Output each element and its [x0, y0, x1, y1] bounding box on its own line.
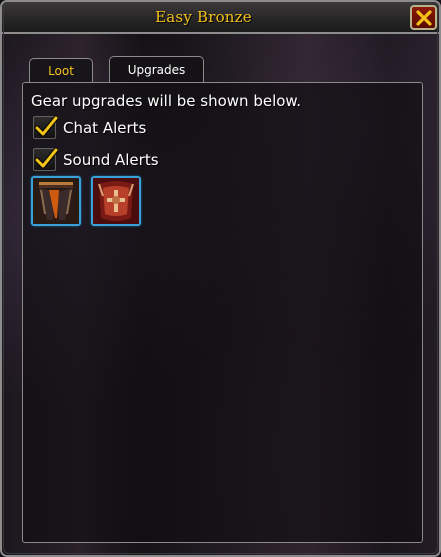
- upgrade-item-slot[interactable]: [31, 176, 81, 226]
- chat-alerts-option[interactable]: Chat Alerts: [33, 115, 147, 139]
- title-bar[interactable]: Easy Bronze: [2, 2, 439, 34]
- checkmark-icon: [34, 115, 58, 137]
- sound-alerts-checkbox[interactable]: [33, 147, 58, 171]
- sound-alerts-option[interactable]: Sound Alerts: [33, 147, 159, 171]
- window-title: Easy Bronze: [155, 8, 252, 26]
- checkmark-icon: [34, 147, 58, 169]
- leg-armor-item-icon: [33, 178, 79, 224]
- tab-upgrades-label: Upgrades: [127, 62, 186, 77]
- upgrade-item-slot[interactable]: [91, 176, 141, 226]
- sound-alerts-label: Sound Alerts: [63, 150, 159, 169]
- close-x-icon: [415, 9, 432, 26]
- tab-loot[interactable]: Loot: [29, 58, 93, 82]
- upgrades-description: Gear upgrades will be shown below.: [31, 92, 302, 110]
- chat-alerts-checkbox[interactable]: [33, 115, 58, 139]
- tab-loot-label: Loot: [48, 63, 74, 78]
- chest-armor-item-icon: [93, 178, 139, 224]
- close-button[interactable]: [410, 5, 437, 30]
- addon-window: Easy Bronze Loot Upgrades Gear upgrades …: [0, 0, 441, 557]
- tab-upgrades[interactable]: Upgrades: [109, 56, 204, 82]
- chat-alerts-label: Chat Alerts: [63, 118, 147, 137]
